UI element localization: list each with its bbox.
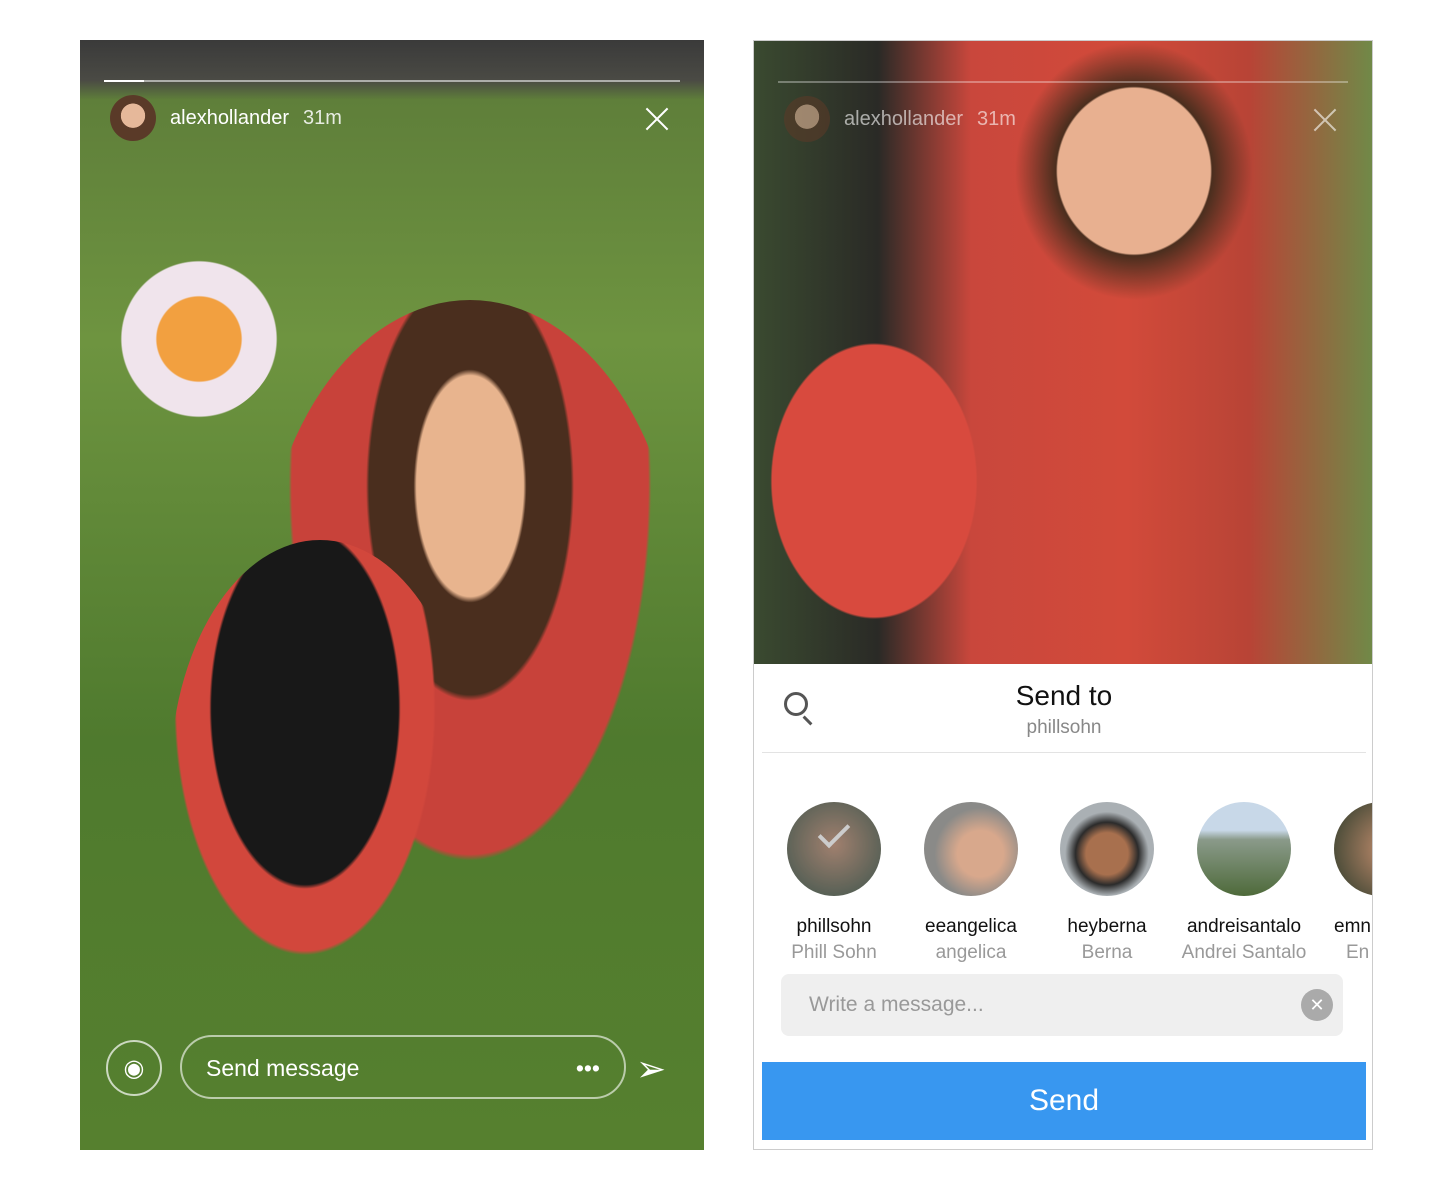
contact-name: Berna xyxy=(1081,942,1133,963)
message-placeholder: Send message xyxy=(206,1055,360,1081)
contact-name: En xyxy=(1346,942,1370,963)
story-progress-bar xyxy=(778,81,1348,83)
username[interactable]: alexhollander xyxy=(844,108,963,131)
camera-button[interactable]: ◉ xyxy=(106,1040,162,1096)
contact-item[interactable]: andreisantalo Andrei Santalo xyxy=(1174,802,1314,964)
story-share-view: alexhollander 31m Send to phillsohn phil… xyxy=(753,40,1373,1150)
avatar[interactable] xyxy=(784,96,830,142)
contact-name: Phill Sohn xyxy=(791,942,877,963)
contact-username: phillsohn xyxy=(796,916,872,937)
contact-avatar xyxy=(787,802,881,896)
timestamp: 31m xyxy=(302,106,342,129)
contact-avatar xyxy=(1334,802,1372,896)
contact-name: Andrei Santalo xyxy=(1181,942,1307,963)
contact-avatar xyxy=(1197,802,1291,896)
username[interactable]: alexhollander xyxy=(170,107,289,130)
message-placeholder: Write a message... xyxy=(809,993,984,1016)
send-message-input[interactable]: Send message ••• xyxy=(180,1035,626,1099)
timestamp: 31m xyxy=(976,107,1016,130)
close-icon[interactable] xyxy=(1312,107,1338,133)
hamster-sticker xyxy=(100,240,280,420)
contact-avatar xyxy=(1060,802,1154,896)
story-progress-bar xyxy=(104,80,680,82)
message-input[interactable]: Write a message... ✕ xyxy=(781,974,1343,1036)
contact-username: eeangelica xyxy=(925,916,1017,937)
close-icon[interactable] xyxy=(644,106,670,132)
contact-username: heyberna xyxy=(1067,916,1147,937)
contact-username: emn xyxy=(1334,916,1371,937)
contact-item[interactable]: phillsohn Phill Sohn xyxy=(764,802,904,964)
send-button[interactable]: Send xyxy=(762,1062,1366,1140)
clear-icon[interactable]: ✕ xyxy=(1301,989,1333,1021)
more-options-button[interactable]: ••• xyxy=(576,1055,600,1081)
story-viewer: alexhollander 31m ◉ Send message ••• ➢ xyxy=(80,40,704,1150)
camera-icon: ◉ xyxy=(123,1054,145,1082)
contact-item[interactable]: eeangelica angelica xyxy=(901,802,1041,964)
selected-recipients: phillsohn xyxy=(1026,717,1102,738)
check-icon xyxy=(817,815,851,849)
sheet-title: Send to xyxy=(1015,680,1113,711)
contact-username: andreisantalo xyxy=(1186,916,1302,937)
dog xyxy=(170,540,470,1020)
contact-avatar xyxy=(924,802,1018,896)
paper-plane-icon[interactable]: ➢ xyxy=(636,1048,666,1090)
contact-name: angelica xyxy=(935,942,1007,963)
avatar[interactable] xyxy=(110,95,156,141)
contacts-list[interactable]: phillsohn Phill Sohn eeangelica angelica… xyxy=(754,802,1372,964)
contact-item[interactable]: heyberna Berna xyxy=(1037,802,1177,964)
divider xyxy=(762,752,1366,753)
contact-item[interactable]: emn En xyxy=(1334,802,1372,964)
